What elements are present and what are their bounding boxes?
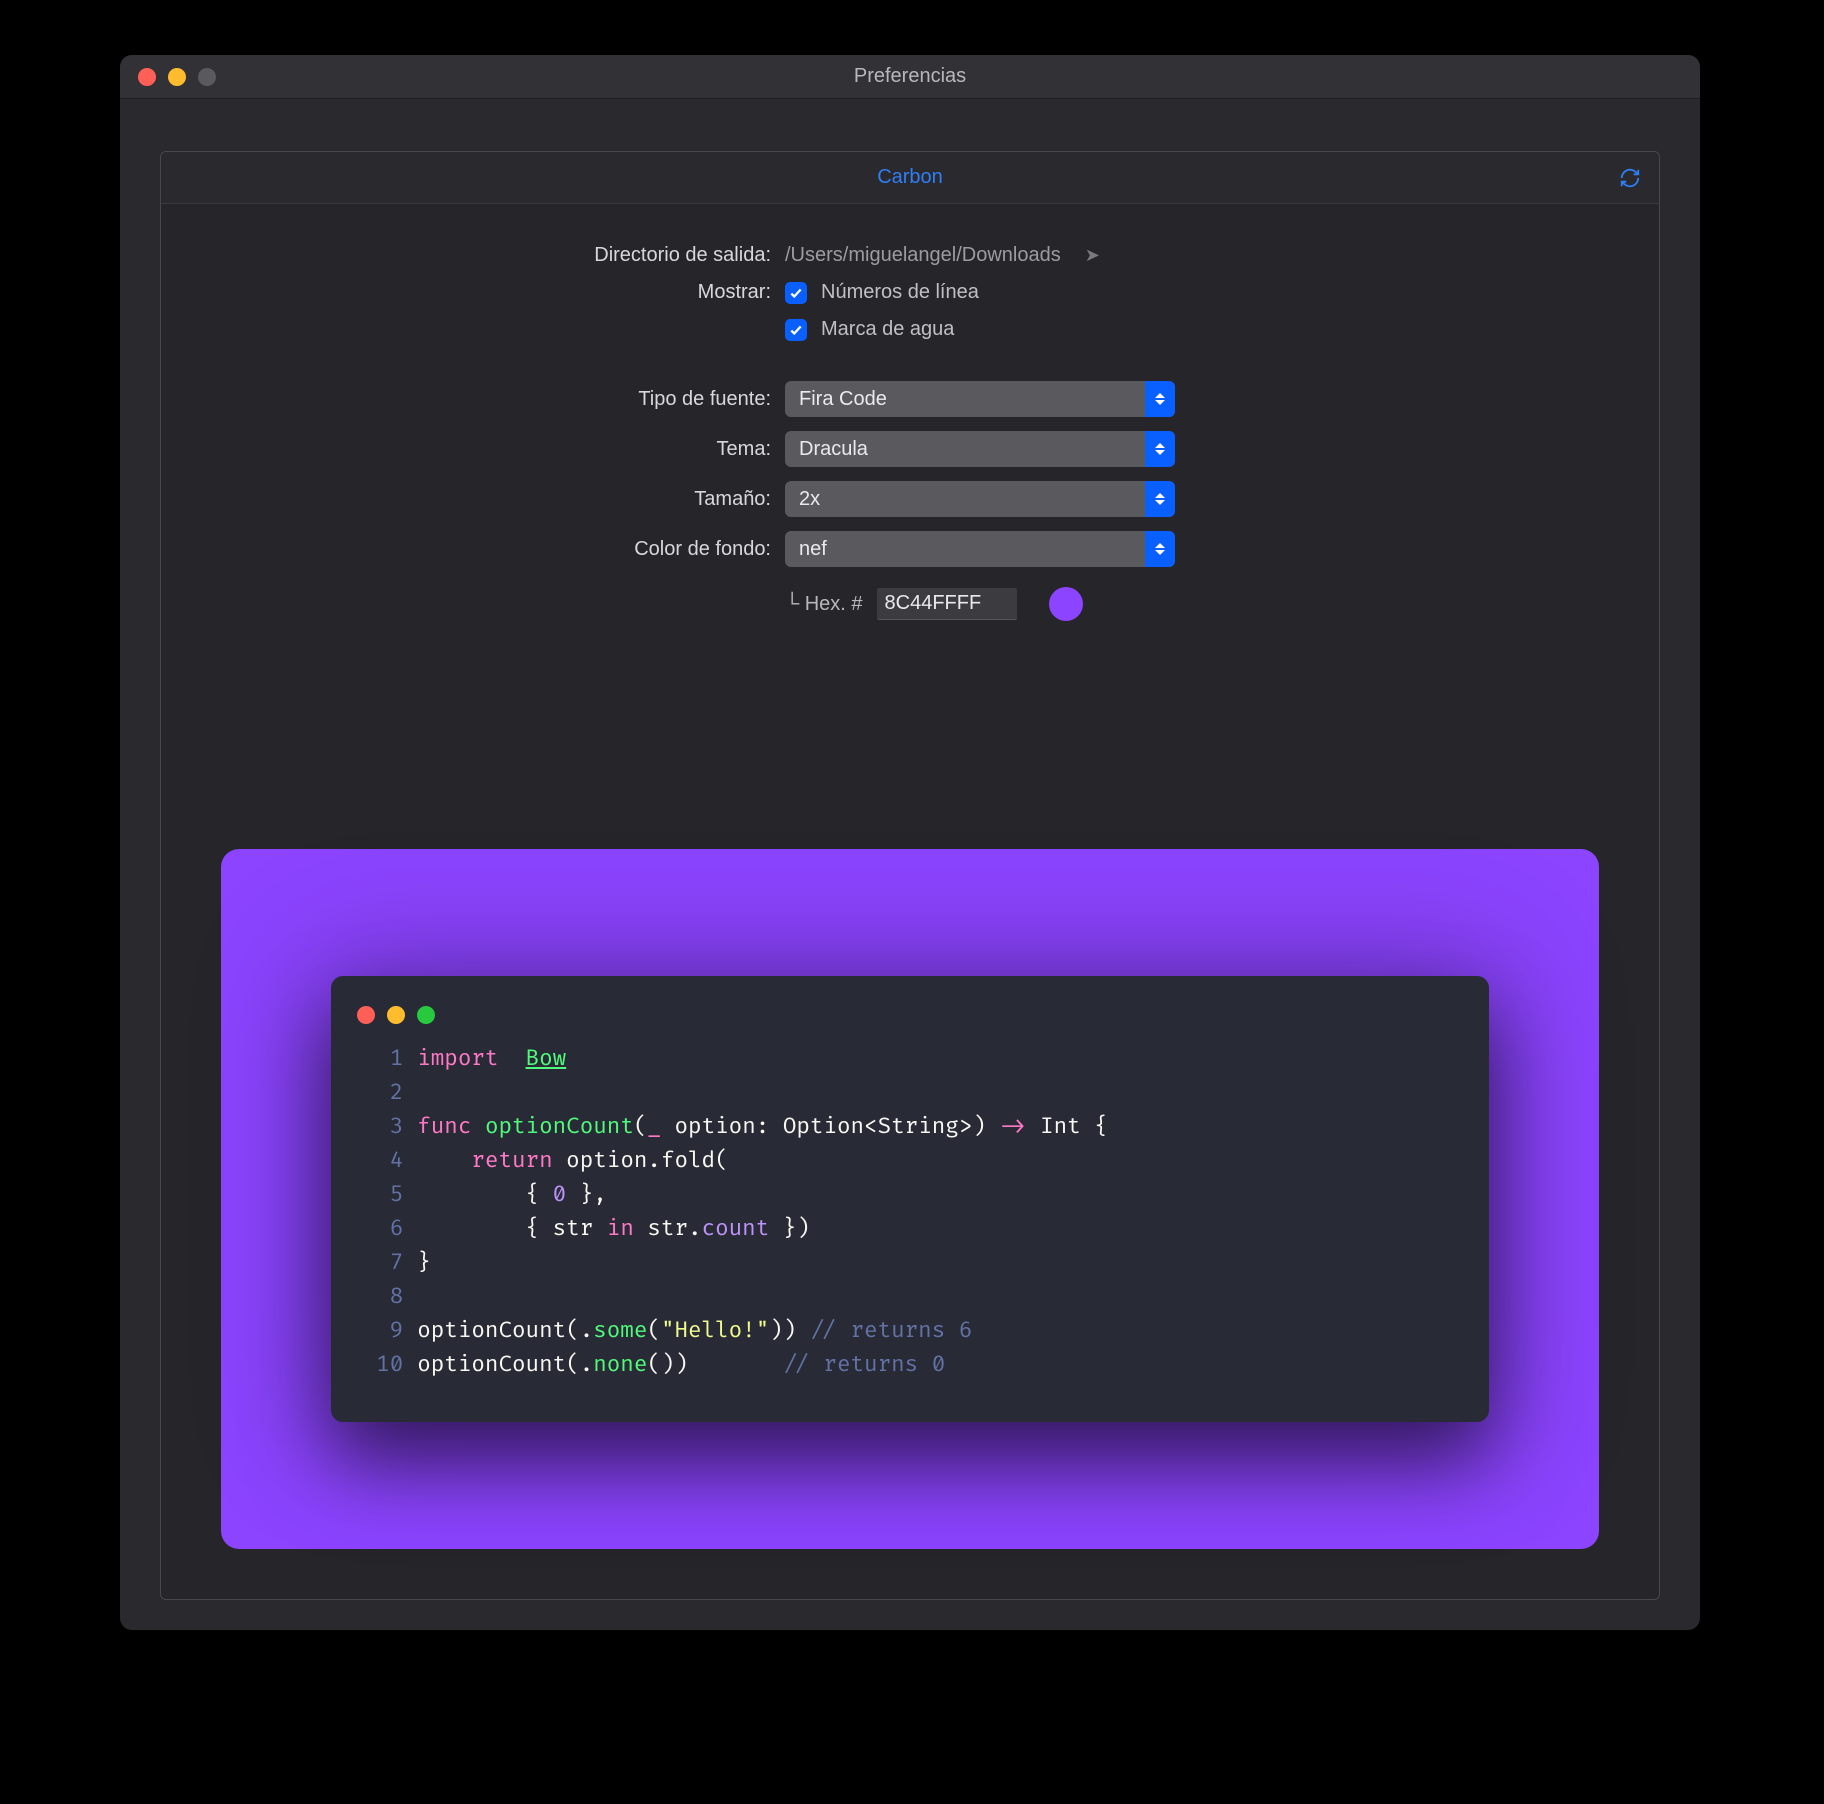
code-preview: 1import Bow23func optionCount(_ option: … [331, 1042, 1489, 1382]
font-select[interactable]: Fira Code [785, 381, 1175, 417]
code-line: 3func optionCount(_ option: Option<Strin… [357, 1110, 1463, 1144]
bg-select-value: nef [799, 538, 827, 561]
theme-select-value: Dracula [799, 438, 868, 461]
updown-icon [1145, 481, 1175, 517]
refresh-icon[interactable] [1619, 167, 1641, 189]
watermark-label: Marca de agua [821, 318, 954, 341]
theme-select[interactable]: Dracula [785, 431, 1175, 467]
tab-carbon[interactable]: Carbon [877, 166, 943, 189]
color-swatch[interactable] [1049, 587, 1083, 621]
watermark-checkbox[interactable] [785, 319, 807, 341]
window-title: Preferencias [120, 65, 1700, 88]
tabbar: Carbon [161, 152, 1659, 204]
window-controls [138, 68, 216, 86]
chevron-right-icon[interactable]: ➤ [1085, 245, 1100, 266]
code-line: 7} [357, 1246, 1463, 1280]
code-line: 9optionCount(.some("Hello!")) // returns… [357, 1314, 1463, 1348]
close-icon[interactable] [138, 68, 156, 86]
code-preview-window: 1import Bow23func optionCount(_ option: … [331, 976, 1489, 1422]
zoom-icon [417, 1006, 435, 1024]
preferences-form: Directorio de salida: /Users/miguelangel… [161, 204, 1659, 621]
code-line: 2 [357, 1076, 1463, 1110]
output-dir-label: Directorio de salida: [161, 244, 771, 267]
line-numbers-checkbox[interactable] [785, 282, 807, 304]
close-icon [357, 1006, 375, 1024]
line-numbers-label: Números de línea [821, 281, 979, 304]
content-frame: Carbon Directorio de salida: /Users/migu… [160, 151, 1660, 1600]
hex-input[interactable] [877, 588, 1017, 620]
size-select[interactable]: 2x [785, 481, 1175, 517]
zoom-icon [198, 68, 216, 86]
code-line: 4 return option.fold( [357, 1144, 1463, 1178]
font-label: Tipo de fuente: [161, 388, 771, 411]
theme-label: Tema: [161, 438, 771, 461]
titlebar: Preferencias [120, 55, 1700, 99]
code-line: 6 { str in str.count }) [357, 1212, 1463, 1246]
font-select-value: Fira Code [799, 388, 887, 411]
code-line: 10optionCount(.none()) // returns 0 [357, 1348, 1463, 1382]
hex-prefix: └ Hex. # [785, 593, 863, 616]
preview-background: 1import Bow23func optionCount(_ option: … [221, 849, 1599, 1549]
preview-window-controls [331, 1000, 1489, 1042]
size-select-value: 2x [799, 488, 820, 511]
minimize-icon [387, 1006, 405, 1024]
size-label: Tamaño: [161, 488, 771, 511]
code-line: 5 { 0 }, [357, 1178, 1463, 1212]
show-label: Mostrar: [161, 281, 771, 304]
bg-select[interactable]: nef [785, 531, 1175, 567]
minimize-icon[interactable] [168, 68, 186, 86]
bg-label: Color de fondo: [161, 538, 771, 561]
updown-icon [1145, 531, 1175, 567]
updown-icon [1145, 381, 1175, 417]
output-dir-value[interactable]: /Users/miguelangel/Downloads [785, 244, 1061, 267]
code-line: 1import Bow [357, 1042, 1463, 1076]
code-line: 8 [357, 1280, 1463, 1314]
preferences-window: Preferencias Carbon Directorio de salida… [120, 55, 1700, 1630]
updown-icon [1145, 431, 1175, 467]
